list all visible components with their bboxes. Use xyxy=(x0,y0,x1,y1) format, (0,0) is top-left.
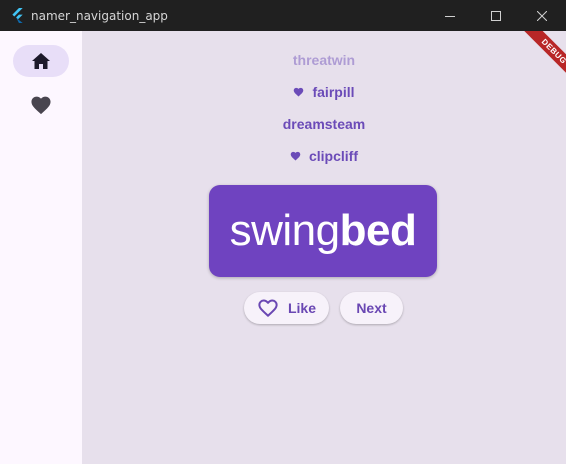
minimize-icon xyxy=(445,15,455,17)
app-content: threatwin fairpill dreamsteam clipcliff … xyxy=(0,31,566,464)
current-word-card: swing bed xyxy=(209,185,437,277)
window-title: namer_navigation_app xyxy=(31,9,168,23)
close-button[interactable] xyxy=(519,0,565,31)
history-word: threatwin xyxy=(292,52,356,68)
maximize-button[interactable] xyxy=(473,0,519,31)
favorite-border-icon xyxy=(257,298,279,318)
close-icon xyxy=(537,10,547,21)
list-item[interactable]: clipcliff xyxy=(82,140,566,172)
history-word: clipcliff xyxy=(308,148,358,164)
like-button[interactable]: Like xyxy=(244,292,329,324)
maximize-icon xyxy=(491,10,501,21)
window-title-bar: namer_navigation_app xyxy=(0,0,566,31)
navigation-rail xyxy=(0,31,82,464)
flutter-logo-icon xyxy=(12,8,23,23)
history-word: fairpill xyxy=(312,84,355,100)
list-item[interactable]: threatwin xyxy=(82,44,566,76)
debug-banner: DEBUG xyxy=(510,31,566,87)
favorite-icon xyxy=(293,87,304,97)
next-label: Next xyxy=(356,300,387,316)
rail-item-favorites[interactable] xyxy=(13,89,69,121)
home-icon xyxy=(32,53,50,69)
word-second: bed xyxy=(339,206,417,255)
generator-page: threatwin fairpill dreamsteam clipcliff … xyxy=(82,31,566,464)
favorite-icon xyxy=(290,151,301,161)
list-item[interactable]: dreamsteam xyxy=(82,108,566,140)
debug-banner-label: DEBUG xyxy=(521,31,566,85)
minimize-button[interactable] xyxy=(427,0,473,31)
favorite-icon xyxy=(31,96,51,115)
like-label: Like xyxy=(287,300,316,316)
rail-item-home[interactable] xyxy=(13,45,69,77)
word-first: swing xyxy=(229,206,341,255)
list-item[interactable]: fairpill xyxy=(82,76,566,108)
history-word: dreamsteam xyxy=(282,116,366,132)
next-button[interactable]: Next xyxy=(340,292,403,324)
